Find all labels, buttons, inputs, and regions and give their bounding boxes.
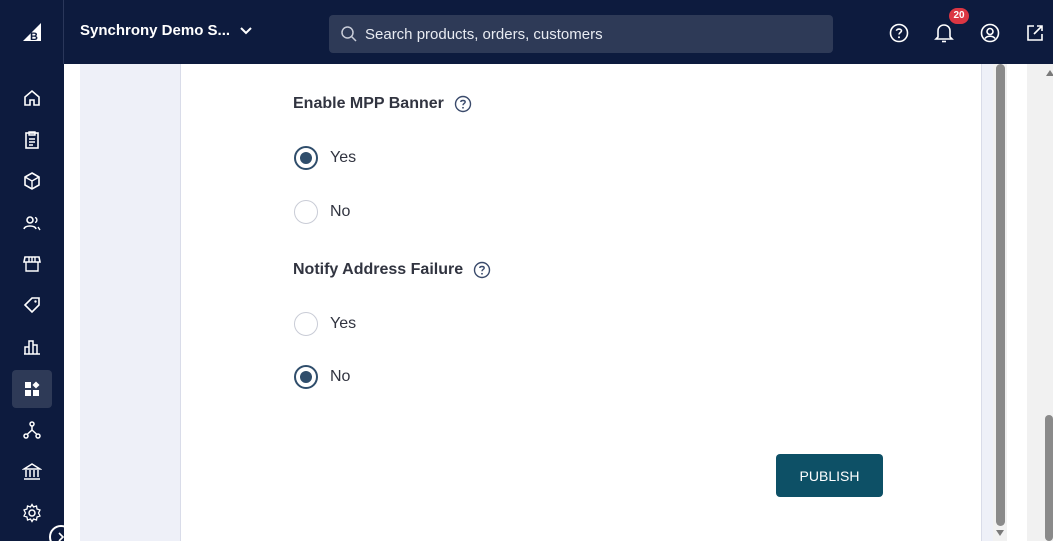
external-link-icon[interactable] <box>1024 22 1046 44</box>
settings-icon <box>23 503 41 523</box>
notifications-bell-icon[interactable] <box>933 22 955 44</box>
sidebar <box>0 64 64 541</box>
apps-icon <box>25 381 40 396</box>
notify-address-section-title: Notify Address Failure <box>293 261 491 279</box>
notify-address-no-label: No <box>330 368 351 385</box>
mpp-banner-title: Enable MPP Banner <box>293 95 444 112</box>
nav-channels[interactable] <box>12 411 52 449</box>
nav-orders[interactable] <box>12 121 52 159</box>
store-name-label: Synchrony Demo S... <box>80 22 231 39</box>
nav-storefront[interactable] <box>12 245 52 283</box>
bigcommerce-logo[interactable]: B <box>0 0 64 64</box>
publish-button[interactable]: PUBLISH <box>776 454 883 497</box>
search-bar[interactable] <box>329 15 833 53</box>
notification-badge: 20 <box>949 8 969 24</box>
mpp-banner-no-label: No <box>330 203 351 220</box>
store-selector[interactable]: Synchrony Demo S... <box>80 22 252 39</box>
right-gutter <box>1007 64 1027 541</box>
nav-apps[interactable] <box>12 370 52 408</box>
help-tooltip-icon[interactable] <box>454 95 472 113</box>
scroll-up-arrow-icon[interactable] <box>1046 70 1053 76</box>
chevron-down-icon <box>240 26 252 34</box>
notify-address-yes-label: Yes <box>330 315 357 332</box>
search-input[interactable] <box>365 25 805 43</box>
mpp-banner-no-radio[interactable] <box>294 200 318 224</box>
products-icon <box>24 172 40 190</box>
storefront-icon <box>23 256 41 272</box>
nav-products[interactable] <box>12 162 52 200</box>
notify-address-yes-radio[interactable] <box>294 312 318 336</box>
channels-icon <box>23 421 41 439</box>
mpp-banner-section-title: Enable MPP Banner <box>293 95 472 113</box>
notify-address-yes-option[interactable]: Yes <box>294 312 356 336</box>
mpp-banner-yes-option[interactable]: Yes <box>294 146 356 170</box>
mpp-banner-no-option[interactable]: No <box>294 200 350 224</box>
nav-home[interactable] <box>12 79 52 117</box>
mpp-banner-yes-label: Yes <box>330 149 357 166</box>
customers-icon <box>23 216 41 231</box>
nav-customers[interactable] <box>12 204 52 242</box>
nav-banking[interactable] <box>12 453 52 491</box>
outer-scrollbar-thumb[interactable] <box>1045 415 1053 541</box>
search-icon <box>341 26 357 42</box>
help-tooltip-icon[interactable] <box>473 261 491 279</box>
scroll-down-arrow-icon[interactable] <box>996 530 1004 536</box>
nav-settings[interactable] <box>12 494 52 532</box>
home-icon <box>24 89 40 106</box>
mpp-banner-yes-radio[interactable] <box>294 146 318 170</box>
analytics-icon <box>24 340 40 355</box>
notify-address-title: Notify Address Failure <box>293 261 464 278</box>
top-bar: B Synchrony Demo S... 20 <box>0 0 1053 64</box>
notify-address-no-radio[interactable] <box>294 365 318 389</box>
svg-text:B: B <box>30 31 38 43</box>
content-gutter <box>64 64 80 541</box>
inner-scrollbar-thumb[interactable] <box>996 64 1005 526</box>
notify-address-no-option[interactable]: No <box>294 365 350 389</box>
nav-analytics[interactable] <box>12 328 52 366</box>
logo-icon: B <box>22 23 41 43</box>
orders-icon <box>25 131 39 149</box>
account-icon[interactable] <box>979 22 1001 44</box>
banking-icon <box>22 463 42 480</box>
nav-marketing[interactable] <box>12 286 52 324</box>
help-icon[interactable] <box>888 22 910 44</box>
marketing-icon <box>23 297 40 314</box>
